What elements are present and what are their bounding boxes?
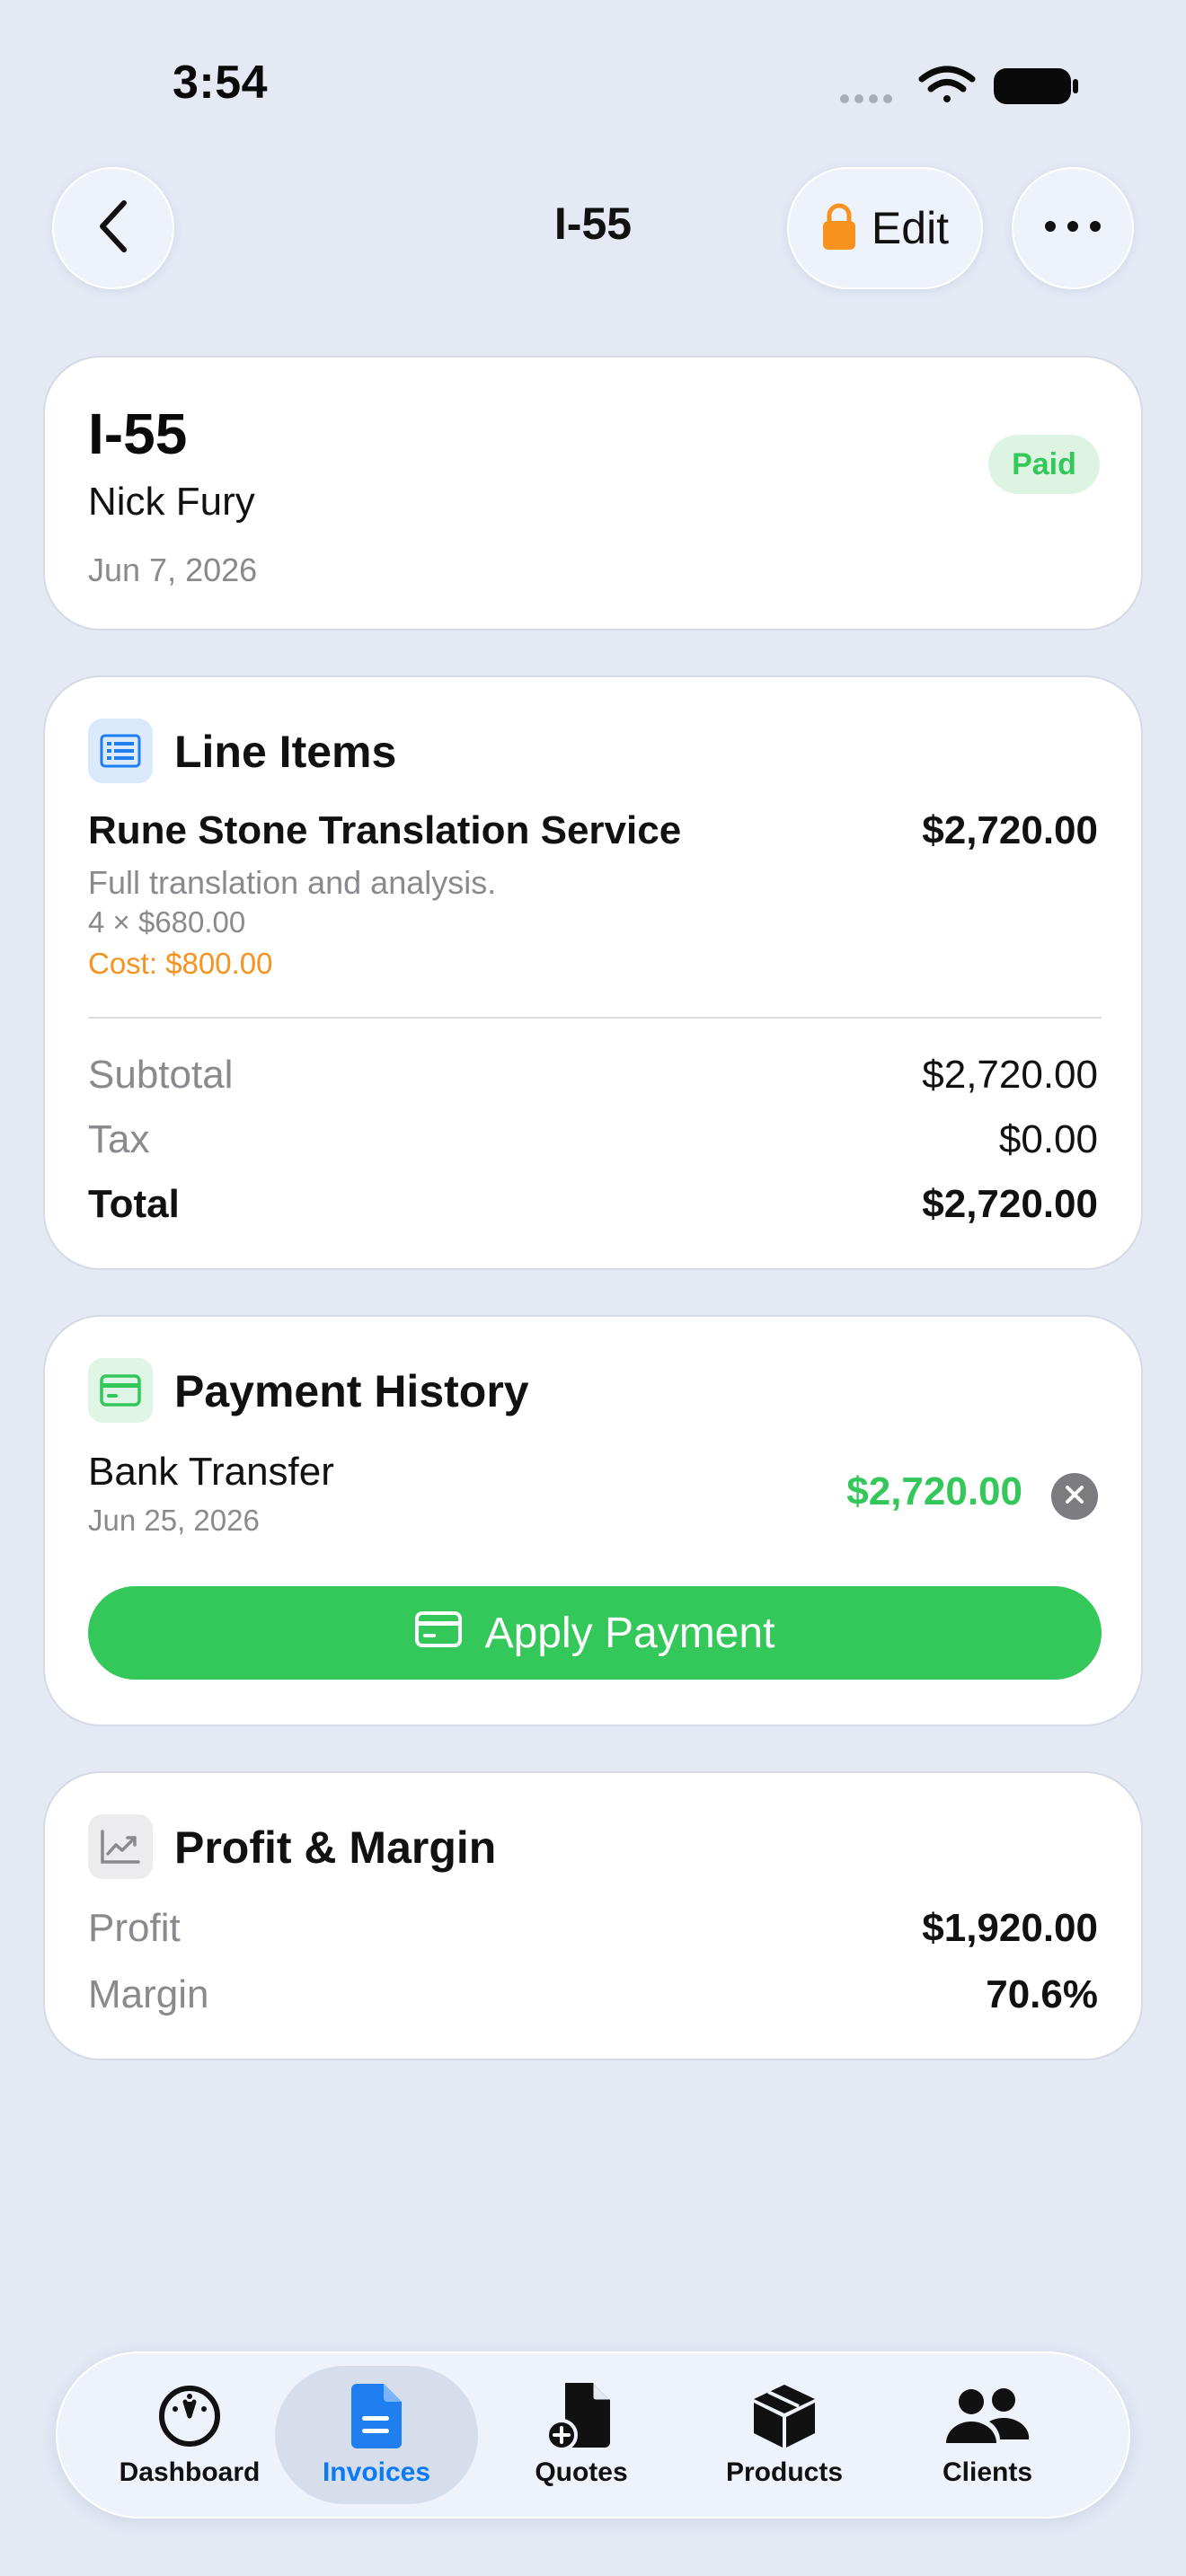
edit-label: Edit [871, 203, 950, 253]
tab-label: Invoices [322, 2457, 431, 2487]
payment-date: Jun 25, 2026 [88, 1504, 260, 1537]
box-icon [752, 2382, 817, 2450]
remove-payment-button[interactable] [1051, 1473, 1098, 1520]
status-time: 3:54 [173, 57, 269, 109]
invoice-number: I-55 [88, 401, 188, 466]
chevron-left-icon [95, 199, 131, 258]
client-name: Nick Fury [88, 480, 255, 524]
tab-products[interactable]: Products [683, 2366, 886, 2504]
line-item-cost: Cost: $800.00 [88, 947, 273, 980]
tab-label: Clients [942, 2457, 1033, 2487]
line-item-quantity: 4 × $680.00 [88, 905, 246, 939]
tax-value: $0.00 [998, 1117, 1098, 1161]
document-icon [350, 2382, 403, 2450]
divider [88, 1017, 1102, 1019]
chart-line-icon [88, 1814, 153, 1879]
profit-margin-card: Profit & Margin Profit $1,920.00 Margin … [43, 1771, 1143, 2060]
tab-dashboard[interactable]: Dashboard [88, 2366, 291, 2504]
total-value: $2,720.00 [922, 1182, 1098, 1226]
apply-payment-label: Apply Payment [484, 1609, 775, 1657]
tab-clients[interactable]: Clients [886, 2366, 1089, 2504]
apply-payment-button[interactable]: Apply Payment [88, 1586, 1102, 1680]
line-item-name: Rune Stone Translation Service [88, 808, 682, 852]
subtotal-value: $2,720.00 [922, 1053, 1098, 1097]
tax-label: Tax [88, 1117, 150, 1161]
status-badge: Paid [988, 435, 1100, 494]
subtotal-label: Subtotal [88, 1053, 234, 1097]
payment-history-card: Payment History Bank Transfer Jun 25, 20… [43, 1315, 1143, 1726]
cellular-signal-icon [840, 94, 892, 103]
line-items-title: Line Items [174, 727, 397, 777]
profit-value: $1,920.00 [922, 1906, 1098, 1950]
ellipsis-icon [1044, 220, 1102, 237]
credit-card-icon [414, 1609, 462, 1658]
more-options-button[interactable] [1012, 167, 1134, 289]
gauge-icon [157, 2382, 222, 2450]
line-item-description: Full translation and analysis. [88, 864, 497, 901]
battery-icon [994, 68, 1078, 104]
back-button[interactable] [52, 167, 174, 289]
tab-label: Quotes [535, 2457, 628, 2487]
total-label: Total [88, 1182, 180, 1226]
profit-margin-title: Profit & Margin [174, 1822, 497, 1873]
invoice-header-card: I-55 Nick Fury Jun 7, 2026 Paid [43, 356, 1143, 631]
wifi-icon [918, 66, 976, 102]
tab-invoices[interactable]: Invoices [275, 2366, 478, 2504]
profit-label: Profit [88, 1906, 181, 1950]
invoice-date: Jun 7, 2026 [88, 551, 258, 588]
close-icon [1065, 1485, 1084, 1509]
line-items-card: Line Items Rune Stone Translation Servic… [43, 675, 1143, 1270]
tab-label: Dashboard [119, 2457, 261, 2487]
page-title: I-55 [553, 198, 633, 249]
payment-history-title: Payment History [174, 1366, 529, 1416]
tab-label: Products [725, 2457, 844, 2487]
margin-label: Margin [88, 1972, 209, 2016]
lock-icon [821, 201, 857, 256]
people-icon [944, 2382, 1031, 2450]
tab-quotes[interactable]: Quotes [480, 2366, 683, 2504]
status-icons [836, 63, 1080, 110]
payment-method: Bank Transfer [88, 1450, 334, 1494]
edit-button[interactable]: Edit [787, 167, 983, 289]
document-add-icon [545, 2382, 617, 2451]
line-item-amount: $2,720.00 [922, 808, 1098, 852]
credit-card-icon [88, 1358, 153, 1423]
margin-value: 70.6% [986, 1972, 1098, 2016]
tab-bar: Dashboard Invoices Quotes Products Clien… [56, 2351, 1130, 2519]
list-icon [88, 719, 153, 783]
payment-amount: $2,720.00 [846, 1469, 1022, 1513]
